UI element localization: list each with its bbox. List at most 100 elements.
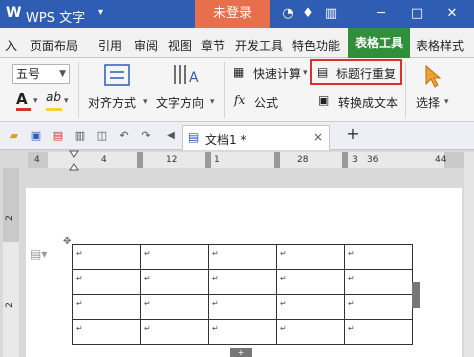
text-direction-button[interactable]: 文字方向 xyxy=(156,94,204,111)
login-button[interactable]: 未登录 xyxy=(195,0,270,28)
tab-developer[interactable]: 开发工具 xyxy=(235,37,283,54)
folder-icon[interactable]: ▰ xyxy=(6,128,22,144)
table-cell[interactable]: ↵ xyxy=(276,294,345,320)
highlight-button[interactable]: ab xyxy=(46,90,61,104)
chevron-down-icon: ▼ xyxy=(59,69,66,79)
table-cell[interactable]: ↵ xyxy=(72,269,141,295)
table-cell[interactable]: ↵ xyxy=(344,319,413,345)
document-icon: ▤ xyxy=(188,130,200,144)
table-cell[interactable]: ↵ xyxy=(140,269,209,295)
cursor-icon[interactable] xyxy=(424,64,442,88)
align-button[interactable]: 对齐方式 xyxy=(88,94,136,111)
tab-insert-partial[interactable]: 入 xyxy=(5,37,17,54)
convert-text-icon[interactable]: ▣ xyxy=(318,93,329,107)
document-tab[interactable]: ▤ 文档1 * × xyxy=(182,125,330,150)
font-color-button[interactable]: A xyxy=(16,90,28,108)
ribbon-divider xyxy=(224,62,225,118)
minimize-icon[interactable]: ─ xyxy=(373,6,389,22)
app-title[interactable]: WPS 文字 xyxy=(26,7,85,26)
tab-view[interactable]: 视图 xyxy=(168,37,192,54)
table-cell[interactable]: ↵ xyxy=(140,294,209,320)
indent-marker-icon[interactable] xyxy=(69,150,79,172)
new-tab-button[interactable]: + xyxy=(345,126,361,142)
table-cell[interactable]: ↵ xyxy=(140,319,209,345)
header-repeat-button[interactable]: 标题行重复 xyxy=(336,65,396,82)
select-button[interactable]: 选择 xyxy=(416,94,440,111)
tab-features[interactable]: 特色功能 xyxy=(292,37,340,54)
highlight-arrow-icon[interactable]: ▾ xyxy=(64,96,69,106)
quick-calc-arrow-icon[interactable]: ▾ xyxy=(303,68,308,78)
tab-page-layout[interactable]: 页面布局 xyxy=(30,37,78,54)
tab-references[interactable]: 引用 xyxy=(98,37,122,54)
select-arrow-icon[interactable]: ▾ xyxy=(444,97,449,107)
table-cell[interactable]: ↵ xyxy=(72,294,141,320)
title-bar: W WPS 文字 ▾ 未登录 ◔ ♦ ▥ ─ □ ✕ xyxy=(0,0,474,28)
print-icon[interactable]: ▥ xyxy=(72,128,88,144)
ruler-number: 36 xyxy=(367,155,379,165)
document-table[interactable]: ↵ ↵ ↵ ↵ ↵ ↵ ↵ ↵ ↵ ↵ ↵ ↵ ↵ ↵ ↵ ↵ ↵ ↵ ↵ ↵ xyxy=(72,244,413,345)
ruler-number: 44 xyxy=(435,155,447,165)
convert-text-button[interactable]: 转换成文本 xyxy=(338,94,398,111)
table-cell[interactable]: ↵ xyxy=(276,319,345,345)
tab-review[interactable]: 审阅 xyxy=(134,37,158,54)
vertical-scrollbar[interactable] xyxy=(464,152,474,357)
tab-table-tools[interactable]: 表格工具 xyxy=(348,28,410,58)
align-arrow-icon[interactable]: ▾ xyxy=(143,97,148,107)
menu-icon[interactable]: ▥ xyxy=(323,6,339,22)
add-row-button[interactable]: + xyxy=(230,348,252,357)
ruler-column-marker[interactable] xyxy=(274,152,280,168)
table-cell[interactable]: ↵ xyxy=(344,294,413,320)
table-row: ↵ ↵ ↵ ↵ ↵ xyxy=(72,269,413,295)
text-direction-arrow-icon[interactable]: ▾ xyxy=(210,97,215,107)
table-cell[interactable]: ↵ xyxy=(72,244,141,270)
table-cell[interactable]: ↵ xyxy=(208,294,277,320)
align-icon[interactable] xyxy=(104,64,130,86)
document-tab-name: 文档1 * xyxy=(205,133,247,147)
formula-icon[interactable]: fx xyxy=(234,93,245,107)
table-cell[interactable]: ↵ xyxy=(208,269,277,295)
pdf-icon[interactable]: ▤ xyxy=(50,128,66,144)
vruler-number: 2 xyxy=(4,302,15,308)
table-cell[interactable]: ↵ xyxy=(208,319,277,345)
maximize-icon[interactable]: □ xyxy=(409,6,425,22)
font-color-arrow-icon[interactable]: ▾ xyxy=(33,96,38,106)
quick-calc-button[interactable]: 快速计算 xyxy=(253,65,301,82)
table-cell[interactable]: ↵ xyxy=(344,269,413,295)
table-cell[interactable]: ↵ xyxy=(140,244,209,270)
tab-nav-left-icon[interactable]: ◀ xyxy=(163,128,179,144)
table-cell[interactable]: ↵ xyxy=(72,319,141,345)
ruler-column-marker[interactable] xyxy=(205,152,211,168)
undo-icon[interactable]: ↶ xyxy=(116,128,132,144)
font-size-value: 五号 xyxy=(16,67,41,81)
app-menu-arrow-icon[interactable]: ▾ xyxy=(98,7,103,18)
table-cell[interactable]: ↵ xyxy=(276,244,345,270)
save-icon[interactable]: ▣ xyxy=(28,128,44,144)
table-cell[interactable]: ↵ xyxy=(276,269,345,295)
close-tab-icon[interactable]: × xyxy=(313,130,323,144)
ruler-column-marker[interactable] xyxy=(342,152,348,168)
redo-icon[interactable]: ↷ xyxy=(138,128,154,144)
vruler-number: 2 xyxy=(4,215,15,221)
calculator-icon[interactable]: ▦ xyxy=(233,65,244,79)
table-cell[interactable]: ↵ xyxy=(344,244,413,270)
font-size-select[interactable]: 五号 ▼ xyxy=(12,64,70,84)
tshirt-icon[interactable]: ♦ xyxy=(300,6,316,22)
wps-logo-icon: W xyxy=(6,5,22,21)
paragraph-handle-icon[interactable]: ▤▾ xyxy=(30,247,47,261)
table-row: ↵ ↵ ↵ ↵ ↵ xyxy=(72,244,413,270)
tab-table-style[interactable]: 表格样式 xyxy=(416,37,464,54)
text-direction-icon[interactable]: A xyxy=(172,62,200,88)
ruler-number: 4 xyxy=(34,155,40,165)
highlight-swatch xyxy=(46,108,62,111)
header-repeat-icon[interactable]: ▤ xyxy=(317,65,328,79)
table-resize-handle[interactable] xyxy=(412,282,420,308)
preview-icon[interactable]: ◫ xyxy=(94,128,110,144)
formula-button[interactable]: 公式 xyxy=(254,94,278,111)
tab-chapter[interactable]: 章节 xyxy=(201,37,225,54)
skin-icon[interactable]: ◔ xyxy=(280,6,296,22)
ruler-number: 12 xyxy=(166,155,178,165)
table-cell[interactable]: ↵ xyxy=(208,244,277,270)
close-icon[interactable]: ✕ xyxy=(444,6,460,22)
ruler-column-marker[interactable] xyxy=(137,152,143,168)
ruler-number: 4 xyxy=(101,155,107,165)
